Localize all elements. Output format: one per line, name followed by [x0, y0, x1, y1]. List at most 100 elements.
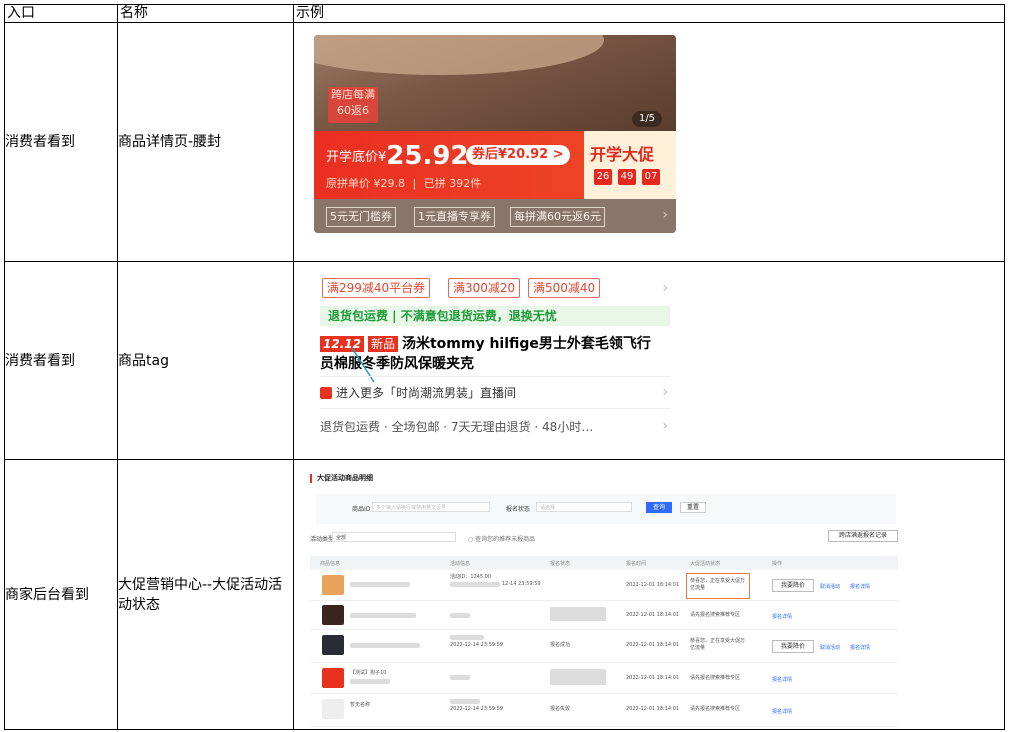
chevron-right-icon[interactable]: › [662, 418, 668, 434]
filter-bar: 商品ID 多个输入请换行或使用英文逗号 报名状态 请选择 查询 重置 [316, 494, 896, 524]
coupon-chip[interactable]: 5元无门槛券 [326, 207, 396, 227]
activity-time: 12-14 23:59:59 [502, 581, 541, 587]
service-tags[interactable]: 退货包运费 · 全场包邮 · 7天无理由退货 · 48小时… [320, 418, 593, 435]
signup-status: 报名失败 [550, 706, 571, 712]
header-row: 入口 名称 示例 [4, 4, 1005, 23]
reset-button[interactable]: 重置 [680, 502, 706, 513]
price-value: 25.92 [386, 141, 469, 171]
promo-title: 开学大促 [590, 145, 655, 164]
reduce-price-button[interactable]: 我要降价 [772, 640, 814, 653]
entry-cell: 商家后台看到 [4, 459, 118, 730]
table-header: 商品信息 活动信息 报名状态 报名时间 大促活动状态 操作 [310, 556, 898, 570]
col-promo-status: 大促活动状态 [690, 561, 721, 567]
reduce-price-button[interactable]: 我要降价 [772, 579, 814, 592]
title-line-2: 员棉服冬季防风保暖夹克 [320, 356, 474, 372]
header-entry: 入口 [4, 4, 118, 23]
live-room-text: 进入更多「时尚潮流男装」直播间 [336, 386, 517, 400]
col-product: 商品信息 [320, 561, 341, 567]
coupon-tag[interactable]: 满500减40 [528, 278, 601, 298]
cross-store-tag: 跨店每满60返6 [328, 87, 378, 123]
product-tag-screenshot: 满299减40平台券 满300减20 满500减40 › 退货包运费 | 不满意… [314, 272, 676, 452]
coupon-tag[interactable]: 满299减40平台券 [322, 278, 431, 298]
product-name: 暂无名称 [350, 702, 371, 708]
activity-type-label: 活动类型 [310, 536, 335, 543]
records-button[interactable]: 跨店满返报名记录 [828, 530, 898, 542]
signup-detail-link[interactable]: 报名详情 [772, 708, 792, 715]
activity-type-select[interactable]: 全部 [332, 532, 456, 542]
coupon-strip: 5元无门槛券 1元直播专享券 每拼满60元返6元 › [314, 199, 676, 233]
col-time: 报名时间 [626, 561, 647, 567]
activity-time: 2022-12-14 23:59:59 [450, 642, 504, 648]
table-row: 2022-12-01 18:14:01 请先报名搜索推荐专区 报名详情 [310, 601, 898, 630]
arrow-annotation-icon [351, 347, 375, 383]
detail-belt-screenshot: 跨店每满60返6 1/5 开学底价¥25.92 券后¥20.92 > 原拼单价 … [314, 35, 676, 233]
original-price: 原拼单价 ¥29.8 [326, 177, 405, 190]
return-shipping-bar: 退货包运费 | 不满意包退货运费，退换无忧 [320, 306, 670, 326]
signup-time: 2022-12-01 18:14:01 [626, 582, 680, 588]
name-cell: 商品详情页-腰封 [117, 22, 294, 262]
tv-icon [320, 387, 332, 399]
col-activity: 活动信息 [450, 561, 471, 567]
example-cell: 大促活动商品明细 商品ID 多个输入请换行或使用英文逗号 报名状态 请选择 查询… [293, 459, 1005, 730]
table-row: 活动ID：1245.00 12-14 23:59:59 2022-12-01 1… [310, 570, 898, 601]
signup-status-select[interactable]: 请选择 [536, 502, 632, 512]
product-id-label: 商品ID [352, 506, 371, 513]
promo-box: 开学大促 26 49 07 [584, 131, 676, 199]
title-line-1: 汤米tommy hilfige男士外套毛领飞行 [401, 336, 651, 352]
recommend-checkbox-label: 查询您的推荐未报商品 [475, 536, 536, 543]
countdown-minutes: 49 [618, 169, 636, 185]
cancel-activity-link[interactable]: 取消活动 [820, 583, 840, 590]
product-thumbnail [322, 605, 344, 625]
cancel-activity-link[interactable]: 取消活动 [820, 644, 840, 651]
coupon-tag[interactable]: 满300减20 [448, 278, 521, 298]
sales-line: 原拼单价 ¥29.8 | 已拼 392件 [326, 177, 482, 190]
price-line: 开学底价¥25.92 [326, 141, 469, 171]
promo-status: 请先报名搜索推荐专区 [690, 675, 741, 681]
signup-time: 2022-12-01 18:14:01 [626, 612, 680, 618]
signup-status-label: 报名状态 [506, 506, 531, 513]
product-id-input[interactable]: 多个输入请换行或使用英文逗号 [372, 502, 490, 512]
product-name: 【测试】狗子10 [350, 670, 387, 676]
chevron-right-icon[interactable]: › [662, 207, 668, 223]
promo-status: 恭喜您，正在享受大促万亿流量 [690, 638, 746, 651]
signup-detail-link[interactable]: 报名详情 [772, 676, 792, 683]
query-button[interactable]: 查询 [646, 502, 672, 513]
signup-time: 2022-12-01 18:14:01 [626, 706, 680, 712]
table-row: 【测试】狗子10 2022-12-01 18:14:01 请先报名搜索推荐专区 … [310, 663, 898, 694]
product-thumbnail [322, 668, 344, 688]
chevron-right-icon[interactable]: › [662, 280, 668, 296]
live-room-link[interactable]: 进入更多「时尚潮流男装」直播间 [320, 384, 516, 401]
price-belt: 开学底价¥25.92 券后¥20.92 > 原拼单价 ¥29.8 | 已拼 39… [314, 131, 676, 199]
chevron-right-icon[interactable]: › [662, 384, 668, 400]
example-cell: 满299减40平台券 满300减20 满500减40 › 退货包运费 | 不满意… [293, 261, 1005, 460]
example-cell: 跨店每满60返6 1/5 开学底价¥25.92 券后¥20.92 > 原拼单价 … [293, 22, 1005, 262]
table-row: 消费者看到 商品详情页-腰封 跨店每满60返6 1/5 开学底价¥25.92 券… [4, 22, 1005, 262]
promo-status: 请先报名搜索推荐专区 [690, 612, 741, 618]
coupon-chip[interactable]: 每拼满60元返6元 [510, 207, 605, 227]
product-thumbnail [322, 635, 344, 655]
product-thumbnail [322, 575, 344, 595]
countdown-seconds: 07 [642, 169, 660, 185]
spec-table: 入口 名称 示例 消费者看到 商品详情页-腰封 跨店每满60返6 1/5 开学底… [4, 4, 1005, 730]
table-row: 2022-12-14 23:59:59 报名成功 2022-12-01 18:1… [310, 630, 898, 663]
promo-status: 请先报名搜索推荐专区 [690, 706, 741, 712]
entry-cell: 消费者看到 [4, 261, 118, 460]
activity-time: 2022-12-14 23:59:59 [450, 706, 504, 712]
coupon-chip[interactable]: 1元直播专享券 [414, 207, 495, 227]
product-thumbnail [322, 699, 344, 719]
header-name: 名称 [117, 4, 294, 23]
coupon-pill[interactable]: 券后¥20.92 > [466, 145, 570, 165]
recommend-checkbox[interactable]: ○ 查询您的推荐未报商品 [468, 534, 535, 543]
table-row: 消费者看到 商品tag 满299减40平台券 满300减20 满500减40 ›… [4, 261, 1005, 460]
table-row: 商家后台看到 大促营销中心--大促活动活动状态 大促活动商品明细 商品ID 多个… [4, 459, 1005, 730]
merchant-backend-screenshot: 大促活动商品明细 商品ID 多个输入请换行或使用英文逗号 报名状态 请选择 查询… [310, 468, 898, 730]
price-label: 开学底价¥ [326, 150, 387, 165]
name-cell: 大促营销中心--大促活动活动状态 [117, 459, 294, 730]
signup-detail-link[interactable]: 报名详情 [850, 583, 870, 590]
promo-status: 恭喜您，正在享受大促万亿流量 [690, 578, 746, 591]
signup-detail-link[interactable]: 报名详情 [772, 613, 792, 620]
signup-time: 2022-12-01 18:14:01 [626, 642, 680, 648]
signup-status: 报名成功 [550, 642, 571, 648]
signup-detail-link[interactable]: 报名详情 [850, 644, 870, 651]
activity-id: 活动ID：1245.00 [450, 574, 492, 580]
